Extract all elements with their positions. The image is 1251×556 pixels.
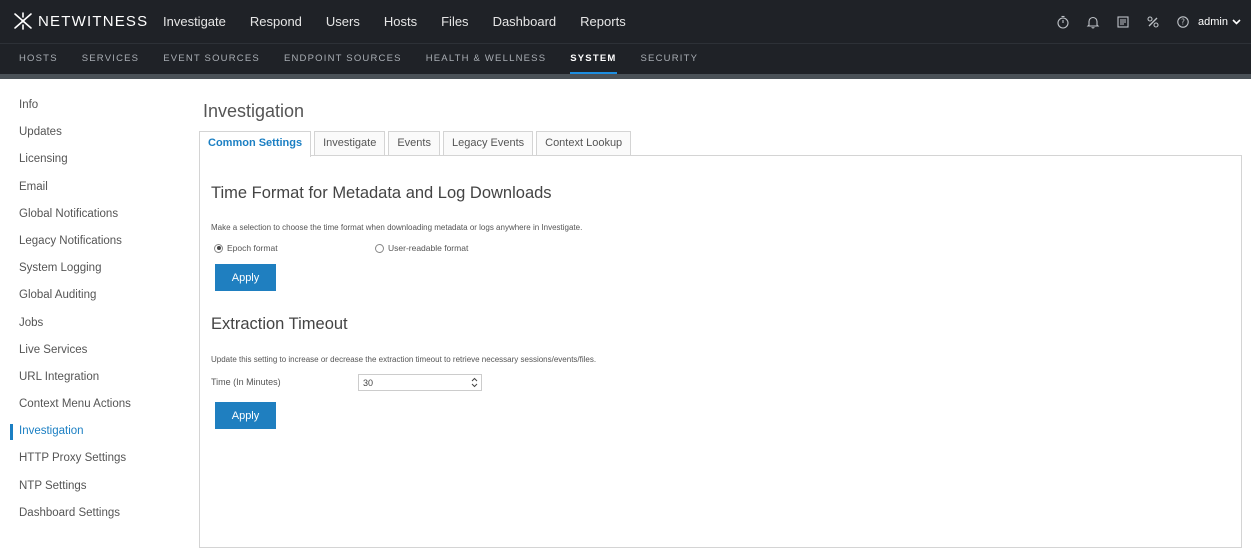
settings-panel: Time Format for Metadata and Log Downloa… [199, 155, 1242, 548]
subnav-endpoint-sources[interactable]: ENDPOINT SOURCES [284, 44, 402, 72]
user-menu[interactable]: admin [1198, 16, 1241, 28]
chevron-down-icon [1232, 16, 1241, 28]
nav-respond[interactable]: Respond [250, 14, 302, 29]
bell-icon[interactable] [1086, 15, 1100, 29]
sidebar-item-licensing[interactable]: Licensing [0, 146, 180, 173]
time-format-description: Make a selection to choose the time form… [211, 223, 583, 232]
page-title: Investigation [203, 101, 305, 121]
apply-extraction-timeout-button[interactable]: Apply [215, 402, 276, 429]
extraction-timeout-title: Extraction Timeout [211, 315, 348, 333]
sub-nav-bar: HOSTS SERVICES EVENT SOURCES ENDPOINT SO… [0, 43, 1251, 79]
sidebar-item-email[interactable]: Email [0, 174, 180, 201]
subnav-system[interactable]: SYSTEM [570, 44, 617, 75]
stepper-arrows-icon[interactable] [467, 377, 481, 388]
nav-hosts[interactable]: Hosts [384, 14, 417, 29]
sidebar-item-investigation[interactable]: Investigation [0, 418, 180, 445]
sidebar-item-updates[interactable]: Updates [0, 119, 180, 146]
timer-icon[interactable] [1056, 15, 1070, 29]
time-format-title: Time Format for Metadata and Log Downloa… [211, 184, 552, 202]
timeout-stepper [358, 374, 482, 391]
apply-time-format-button[interactable]: Apply [215, 264, 276, 291]
nav-reports[interactable]: Reports [580, 14, 626, 29]
radio-checked-icon [214, 243, 223, 253]
settings-sidebar: Info Updates Licensing Email Global Noti… [0, 92, 180, 527]
sidebar-item-dashboard-settings[interactable]: Dashboard Settings [0, 500, 180, 527]
sidebar-item-ntp-settings[interactable]: NTP Settings [0, 473, 180, 500]
user-readable-format-radio[interactable]: User-readable format [375, 243, 468, 253]
subnav-security[interactable]: SECURITY [641, 44, 699, 72]
subnav-health-wellness[interactable]: HEALTH & WELLNESS [426, 44, 547, 72]
subnav-event-sources[interactable]: EVENT SOURCES [163, 44, 260, 72]
tab-common-settings[interactable]: Common Settings [199, 131, 312, 157]
nav-files[interactable]: Files [441, 14, 468, 29]
subnav-hosts[interactable]: HOSTS [19, 44, 58, 72]
timeout-input[interactable] [359, 377, 467, 388]
tab-legacy-events[interactable]: Legacy Events [442, 131, 534, 156]
sidebar-item-system-logging[interactable]: System Logging [0, 255, 180, 282]
sidebar-item-jobs[interactable]: Jobs [0, 310, 180, 337]
sidebar-item-global-notifications[interactable]: Global Notifications [0, 201, 180, 228]
netwitness-logo-icon [12, 11, 34, 31]
brand[interactable]: NETWITNESS [12, 11, 148, 31]
tab-investigate[interactable]: Investigate [314, 131, 386, 156]
nav-dashboard[interactable]: Dashboard [493, 14, 557, 29]
top-bar: NETWITNESS Investigate Respond Users Hos… [0, 0, 1251, 43]
sub-nav: HOSTS SERVICES EVENT SOURCES ENDPOINT SO… [8, 44, 711, 75]
time-in-minutes-label: Time (In Minutes) [211, 377, 281, 387]
sidebar-item-info[interactable]: Info [0, 92, 180, 119]
header-tools: ? admin [1040, 0, 1241, 43]
settings-tabs: Common Settings Investigate Events Legac… [199, 131, 634, 157]
sidebar-item-context-menu-actions[interactable]: Context Menu Actions [0, 391, 180, 418]
sidebar-item-global-auditing[interactable]: Global Auditing [0, 282, 180, 309]
notes-icon[interactable] [1116, 15, 1130, 29]
svg-text:?: ? [1181, 17, 1185, 26]
sidebar-item-url-integration[interactable]: URL Integration [0, 364, 180, 391]
sidebar-item-live-services[interactable]: Live Services [0, 337, 180, 364]
nav-users[interactable]: Users [326, 14, 360, 29]
extraction-timeout-description: Update this setting to increase or decre… [211, 355, 597, 364]
tab-events[interactable]: Events [388, 131, 440, 156]
tools-icon[interactable] [1146, 15, 1160, 29]
help-icon[interactable]: ? [1176, 15, 1190, 29]
tab-context-lookup[interactable]: Context Lookup [536, 131, 632, 156]
radio-unchecked-icon [375, 243, 384, 253]
epoch-format-radio[interactable]: Epoch format [214, 243, 278, 253]
main-nav: Investigate Respond Users Hosts Files Da… [163, 0, 650, 43]
user-name: admin [1198, 15, 1228, 28]
sidebar-item-http-proxy-settings[interactable]: HTTP Proxy Settings [0, 445, 180, 472]
brand-name: NETWITNESS [38, 12, 149, 30]
sidebar-item-legacy-notifications[interactable]: Legacy Notifications [0, 228, 180, 255]
epoch-format-label: Epoch format [227, 243, 278, 253]
subnav-services[interactable]: SERVICES [82, 44, 139, 72]
nav-investigate[interactable]: Investigate [163, 14, 226, 29]
user-readable-format-label: User-readable format [388, 243, 469, 253]
